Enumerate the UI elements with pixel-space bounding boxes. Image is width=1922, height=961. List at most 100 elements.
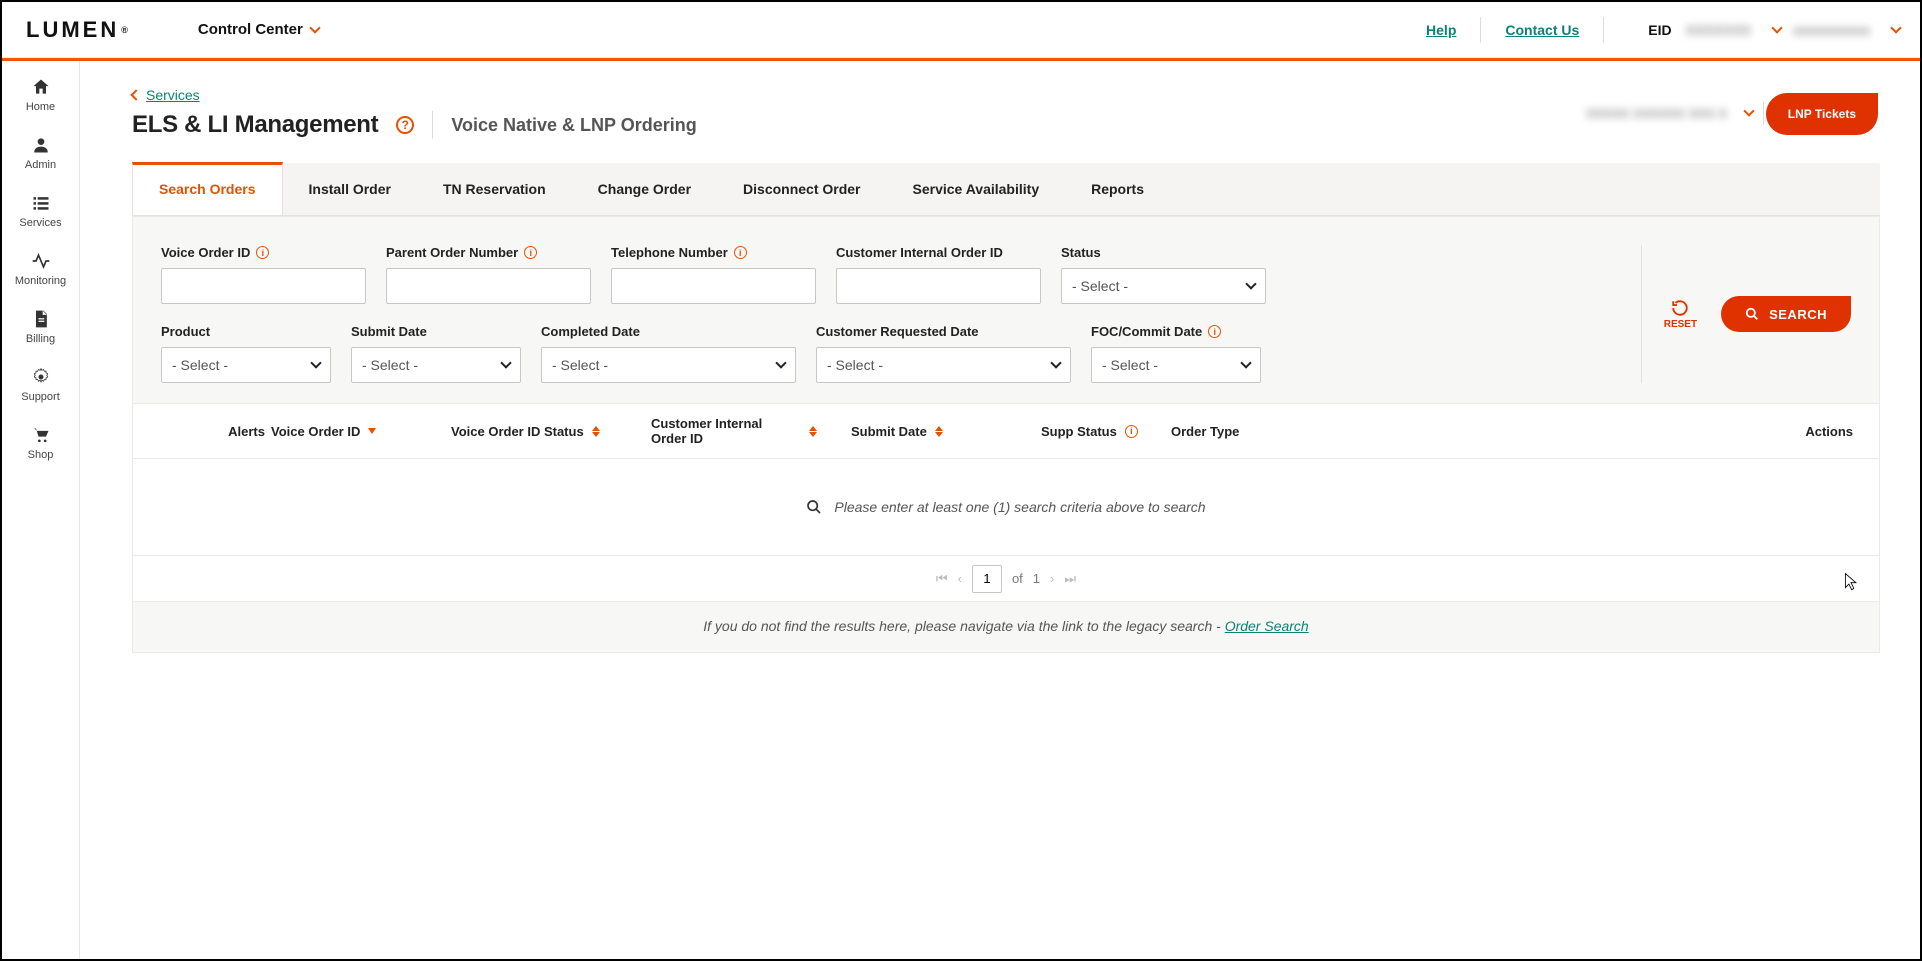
user-dropdown[interactable]: xxxxxxxxxxx	[1793, 22, 1900, 38]
info-icon[interactable]: i	[1208, 325, 1221, 338]
page-input[interactable]	[972, 565, 1002, 593]
customer-internal-order-id-input[interactable]	[836, 268, 1041, 304]
column-header-text: Voice Order ID Status	[451, 424, 584, 439]
tab-reports[interactable]: Reports	[1065, 163, 1170, 215]
column-alerts[interactable]: Alerts	[201, 424, 271, 439]
tab-install-order[interactable]: Install Order	[283, 163, 417, 215]
sidebar-item-label: Home	[26, 101, 55, 113]
next-page-button[interactable]: ›	[1050, 571, 1054, 586]
control-center-label: Control Center	[198, 21, 303, 38]
select-placeholder: - Select -	[172, 357, 228, 373]
main: Services ELS & LI Management ? Voice Nat…	[80, 61, 1920, 959]
voice-order-id-input[interactable]	[161, 268, 366, 304]
help-icon[interactable]: ?	[396, 116, 414, 134]
search-button[interactable]: SEARCH	[1721, 296, 1851, 332]
sidebar-item-home[interactable]: Home	[2, 77, 79, 113]
tab-label: Install Order	[309, 181, 391, 197]
foc-commit-date-select[interactable]: - Select -	[1091, 347, 1261, 383]
last-page-button[interactable]: ⏭	[1064, 571, 1076, 587]
control-center-dropdown[interactable]: Control Center	[198, 21, 319, 38]
select-placeholder: - Select -	[827, 357, 883, 373]
info-icon[interactable]: i	[256, 246, 269, 259]
results: Alerts Voice Order ID Voice Order ID Sta…	[132, 404, 1880, 653]
tab-label: Search Orders	[159, 181, 256, 197]
cart-icon	[31, 425, 51, 445]
home-icon	[31, 77, 51, 97]
telephone-number-input[interactable]	[611, 268, 816, 304]
divider	[1763, 102, 1764, 124]
select-placeholder: - Select -	[552, 357, 608, 373]
field-label-text: FOC/Commit Date	[1091, 324, 1202, 339]
reset-label: RESET	[1664, 319, 1697, 330]
prev-page-button[interactable]: ‹	[958, 571, 962, 586]
chevron-down-icon	[1245, 278, 1256, 289]
customer-requested-date-label: Customer Requested Date	[816, 324, 1071, 339]
customer-requested-date-select[interactable]: - Select -	[816, 347, 1071, 383]
chevron-down-icon	[1050, 357, 1061, 368]
sidebar-item-support[interactable]: Support	[2, 367, 79, 403]
invoice-icon	[31, 309, 51, 329]
info-icon[interactable]: i	[734, 246, 747, 259]
lnp-tickets-button[interactable]: LNP Tickets	[1766, 93, 1878, 135]
pager-of: of	[1012, 571, 1023, 586]
info-icon[interactable]: i	[524, 246, 537, 259]
sidebar-item-monitoring[interactable]: Monitoring	[2, 251, 79, 287]
page-title: ELS & LI Management	[132, 111, 378, 139]
eid-value: XXXXXXX	[1686, 22, 1751, 38]
tab-disconnect-order[interactable]: Disconnect Order	[717, 163, 886, 215]
completed-date-select[interactable]: - Select -	[541, 347, 796, 383]
help-link[interactable]: Help	[1426, 22, 1456, 38]
parent-order-number-input[interactable]	[386, 268, 591, 304]
column-header-text: Alerts	[228, 424, 265, 439]
sidebar-item-label: Services	[19, 217, 61, 229]
tab-tn-reservation[interactable]: TN Reservation	[417, 163, 572, 215]
first-page-button[interactable]: ⏮	[936, 571, 948, 587]
submit-date-label: Submit Date	[351, 324, 521, 339]
legacy-order-search-link[interactable]: Order Search	[1225, 618, 1309, 634]
column-order-type[interactable]: Order Type	[1171, 424, 1361, 439]
tab-search-orders[interactable]: Search Orders	[132, 162, 283, 215]
sidebar: Home Admin Services Monitoring Billing S…	[2, 61, 80, 959]
sort-icon	[592, 426, 600, 437]
contact-link[interactable]: Contact Us	[1505, 22, 1579, 38]
column-customer-internal-order-id[interactable]: Customer Internal Order ID	[651, 416, 851, 446]
field-label-text: Submit Date	[351, 324, 427, 339]
column-header-text: Customer Internal Order ID	[651, 416, 801, 446]
submit-date-select[interactable]: - Select -	[351, 347, 521, 383]
activity-icon	[31, 251, 51, 271]
chevron-down-icon	[1240, 357, 1251, 368]
sidebar-item-label: Monitoring	[15, 275, 66, 287]
tab-change-order[interactable]: Change Order	[572, 163, 717, 215]
sort-icon	[809, 426, 817, 437]
legacy-text: If you do not find the results here, ple…	[703, 618, 1224, 634]
sidebar-item-label: Admin	[25, 159, 56, 171]
column-header-text: Order Type	[1171, 424, 1239, 439]
tab-service-availability[interactable]: Service Availability	[887, 163, 1066, 215]
column-supp-status[interactable]: Supp Statusi	[1041, 424, 1171, 439]
select-placeholder: - Select -	[1072, 278, 1128, 294]
breadcrumb-services[interactable]: Services	[146, 87, 200, 103]
info-icon[interactable]: i	[1125, 425, 1138, 438]
filter-panel: Voice Order IDi Parent Order Numberi Tel…	[132, 216, 1880, 404]
logo: LUMEN ®	[26, 17, 128, 43]
sidebar-item-services[interactable]: Services	[2, 193, 79, 229]
gear-user-icon	[31, 367, 51, 387]
product-select[interactable]: - Select -	[161, 347, 331, 383]
column-submit-date[interactable]: Submit Date	[851, 424, 1041, 439]
reset-button[interactable]: RESET	[1664, 299, 1697, 330]
chevron-down-icon	[500, 357, 511, 368]
sidebar-item-admin[interactable]: Admin	[2, 135, 79, 171]
divider	[1603, 17, 1604, 43]
eid-dropdown[interactable]: EID XXXXXXX	[1648, 22, 1781, 38]
breadcrumb: Services	[132, 87, 1880, 103]
column-voice-order-id[interactable]: Voice Order ID	[271, 424, 451, 439]
column-voice-order-id-status[interactable]: Voice Order ID Status	[451, 424, 651, 439]
account-picker[interactable]: XXXXX XXXXXX XXX X	[1586, 102, 1764, 124]
status-select[interactable]: - Select -	[1061, 268, 1266, 304]
logo-reg: ®	[121, 25, 128, 35]
user-icon	[31, 135, 51, 155]
tab-label: TN Reservation	[443, 181, 546, 197]
sidebar-item-shop[interactable]: Shop	[2, 425, 79, 461]
sidebar-item-billing[interactable]: Billing	[2, 309, 79, 345]
field-label-text: Parent Order Number	[386, 245, 518, 260]
